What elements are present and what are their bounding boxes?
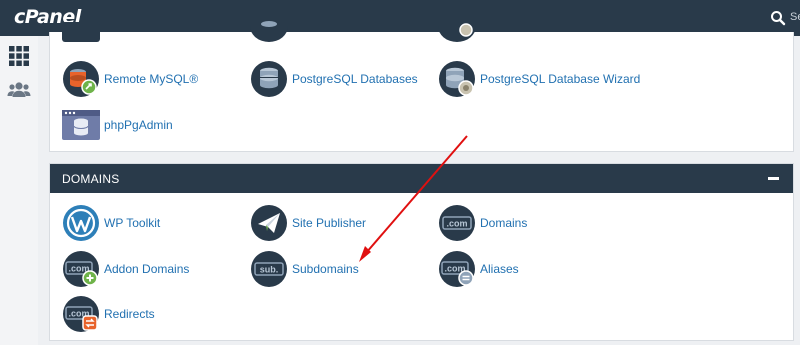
top-bar: cPanel Se xyxy=(0,0,800,36)
database-icon xyxy=(250,20,288,42)
domain-icon: .com xyxy=(439,205,475,241)
main-content: Remote MySQL® PostgreSQL Databases Postg… xyxy=(38,20,800,345)
remote-mysql-icon xyxy=(63,61,99,97)
svg-text:.com: .com xyxy=(446,219,467,229)
item-label: Remote MySQL® xyxy=(104,72,199,86)
site-publisher-link[interactable]: Site Publisher xyxy=(250,204,420,244)
database-wizard-icon xyxy=(439,61,475,97)
domains-panel-header[interactable]: DOMAINS xyxy=(50,164,793,193)
phppgadmin-link[interactable]: phpPgAdmin xyxy=(62,106,232,146)
item-label: Redirects xyxy=(104,307,155,321)
item-label: phpPgAdmin xyxy=(104,118,173,132)
addon-domain-icon: .com xyxy=(63,251,99,287)
item-label: Addon Domains xyxy=(104,262,190,276)
grid-icon[interactable] xyxy=(7,44,31,68)
svg-text:sub.: sub. xyxy=(260,265,279,275)
alias-icon: .com xyxy=(439,251,475,287)
subdomain-icon: sub. xyxy=(251,251,287,287)
redirects-link[interactable]: .com Redirects xyxy=(62,295,232,335)
sidebar xyxy=(0,36,39,345)
item-label: Aliases xyxy=(480,262,519,276)
search-label[interactable]: Se xyxy=(790,11,800,23)
domains-panel: DOMAINS WP Toolkit Site Publisher .com D… xyxy=(49,163,794,341)
database-icon xyxy=(62,22,100,42)
users-icon[interactable] xyxy=(7,78,31,102)
postgresql-databases-link[interactable]: PostgreSQL Databases xyxy=(250,60,420,100)
aliases-link[interactable]: .com Aliases xyxy=(438,250,608,290)
item-label: PostgreSQL Databases xyxy=(292,72,418,86)
remote-mysql-link[interactable]: Remote MySQL® xyxy=(62,60,232,100)
database-wizard-icon xyxy=(438,20,476,42)
domains-link[interactable]: .com Domains xyxy=(438,204,608,244)
item-label: WP Toolkit xyxy=(104,216,161,230)
collapse-icon[interactable] xyxy=(768,177,779,180)
databases-panel: Remote MySQL® PostgreSQL Databases Postg… xyxy=(49,20,794,152)
search-icon[interactable] xyxy=(770,10,786,26)
item-label: Domains xyxy=(480,216,528,230)
panel-title: DOMAINS xyxy=(62,172,120,186)
phppgadmin-icon xyxy=(62,110,100,140)
postgresql-wizard-link[interactable]: PostgreSQL Database Wizard xyxy=(438,60,668,100)
addon-domains-link[interactable]: .com Addon Domains xyxy=(62,250,232,290)
item-label: Site Publisher xyxy=(292,216,367,230)
wp-toolkit-link[interactable]: WP Toolkit xyxy=(62,204,232,244)
subdomains-link[interactable]: sub. Subdomains xyxy=(250,250,420,290)
item-label: Subdomains xyxy=(292,262,359,276)
database-icon xyxy=(251,61,287,97)
wordpress-icon xyxy=(63,205,99,241)
paper-plane-icon xyxy=(251,205,287,241)
item-label: PostgreSQL Database Wizard xyxy=(480,72,641,86)
redirect-icon: .com xyxy=(63,296,99,332)
